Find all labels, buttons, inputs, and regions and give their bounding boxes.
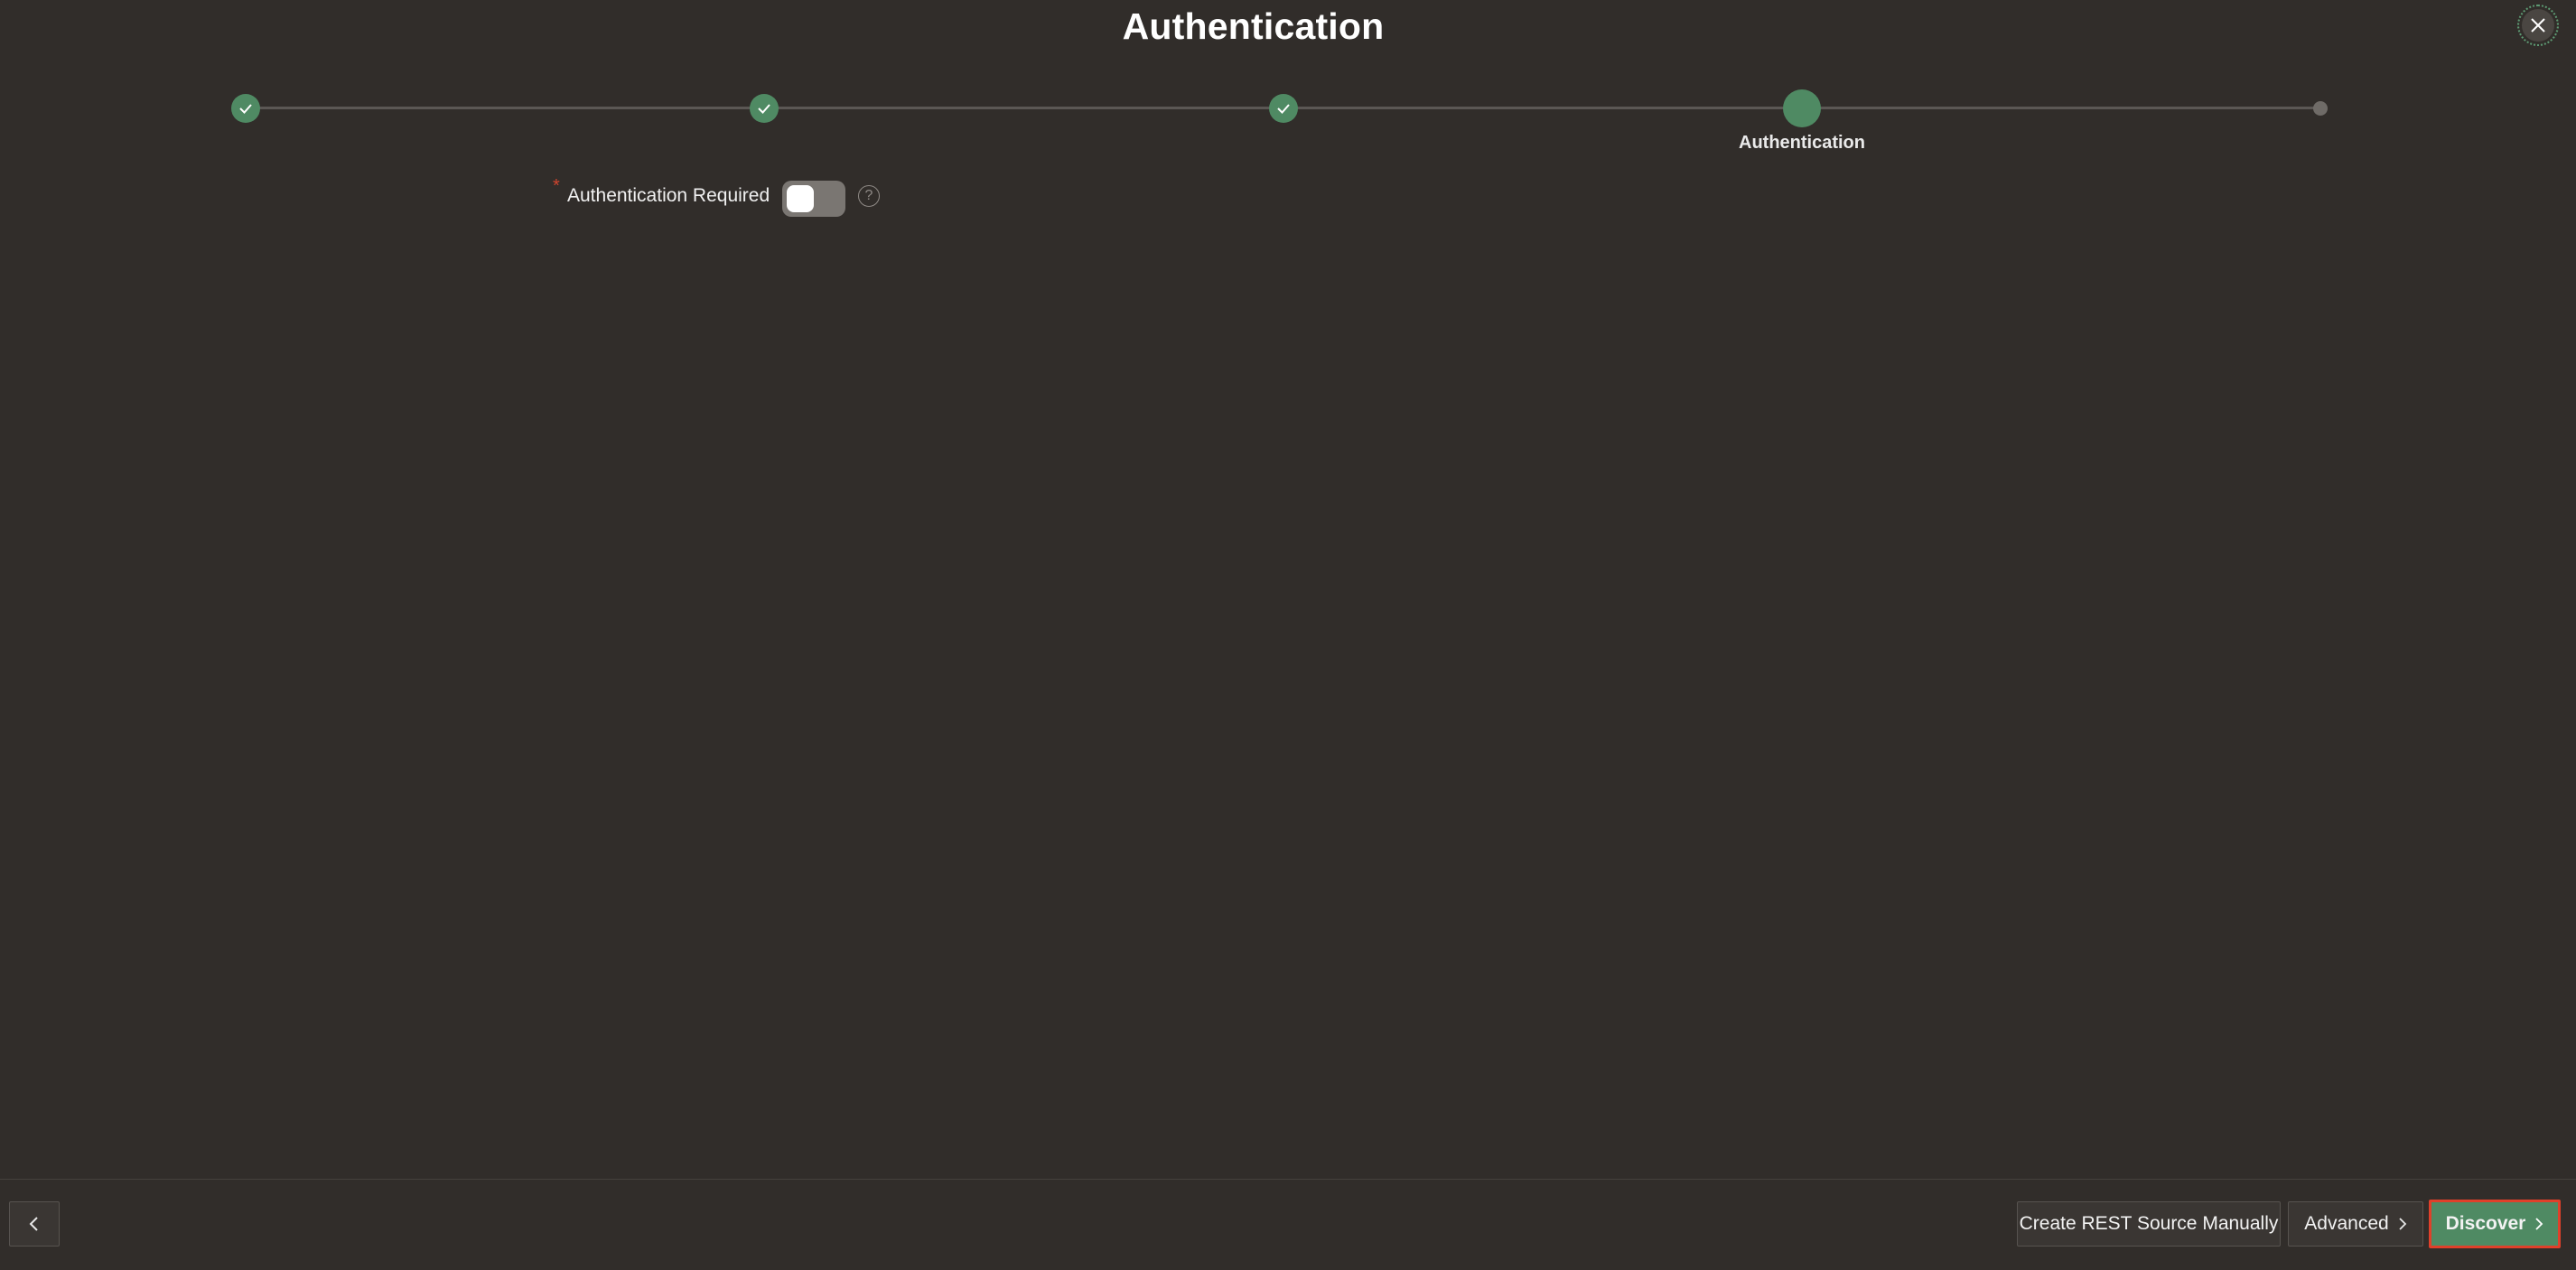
train-step-label-current: Authentication [1739,133,1865,153]
train-step-2-complete [750,94,779,123]
help-icon[interactable]: ? [858,185,880,207]
advanced-label: Advanced [2304,1213,2389,1234]
page-title: Authentication [1122,5,1385,47]
chevron-left-icon [29,1217,38,1231]
required-indicator: * [553,176,560,196]
create-rest-source-manually-button[interactable]: Create REST Source Manually [2017,1201,2281,1247]
previous-button[interactable] [9,1201,60,1247]
check-icon [758,104,770,114]
check-icon [1277,104,1290,114]
toggle-knob [787,185,814,212]
chevron-right-icon [2534,1217,2543,1231]
create-rest-source-manually-label: Create REST Source Manually [2019,1213,2279,1234]
check-icon [239,104,252,114]
train-step-3-complete [1269,94,1298,123]
close-icon [2522,9,2554,42]
train-step-4-current [1783,89,1821,127]
discover-button[interactable]: Discover [2429,1200,2561,1248]
close-dialog-button[interactable] [2517,5,2559,46]
discover-label: Discover [2445,1213,2526,1234]
authentication-required-toggle[interactable] [782,181,845,217]
advanced-button[interactable]: Advanced [2288,1201,2423,1247]
footer-divider [0,1179,2576,1180]
chevron-right-icon [2398,1217,2407,1231]
train-step-5-future [2313,101,2328,116]
train-step-1-complete [231,94,260,123]
authentication-required-label: Authentication Required [567,185,770,206]
